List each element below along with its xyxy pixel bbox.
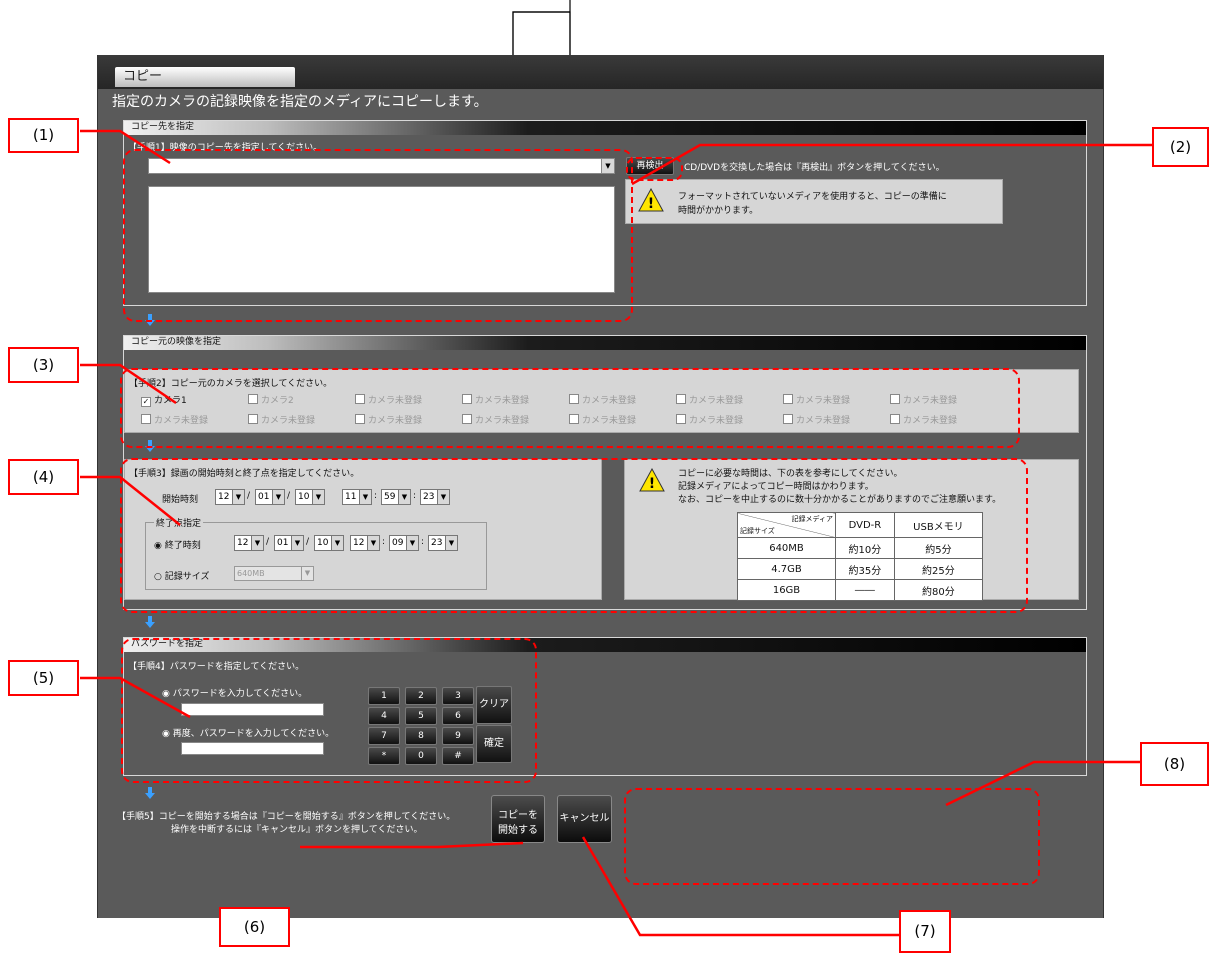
callout-1: (1) bbox=[8, 118, 79, 153]
callout-2: (2) bbox=[1152, 127, 1209, 167]
callout-3: (3) bbox=[8, 347, 79, 383]
callout-8: (8) bbox=[1140, 742, 1209, 786]
callout-lines bbox=[80, 129, 1152, 937]
callout-4: (4) bbox=[8, 459, 79, 495]
callout-7: (7) bbox=[899, 910, 951, 953]
callout-6: (6) bbox=[219, 907, 290, 947]
callout-5: (5) bbox=[8, 660, 79, 696]
